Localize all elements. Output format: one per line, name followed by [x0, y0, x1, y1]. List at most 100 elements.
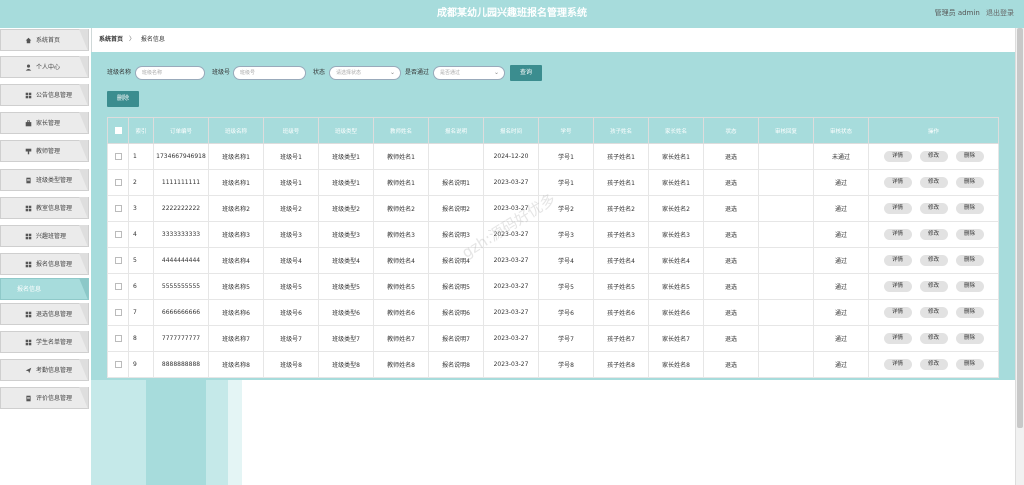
select-all-cell	[107, 117, 129, 144]
sidebar-item[interactable]: 教室信息管理	[0, 197, 89, 219]
sidebar-item[interactable]: 家长管理	[0, 112, 89, 134]
edit-button[interactable]: 修改	[919, 203, 948, 214]
table-cell: 班级类型1	[318, 169, 374, 196]
table-cell: 班级名称6	[208, 299, 264, 326]
detail-button[interactable]: 详情	[883, 307, 912, 318]
table-cell: 通过	[813, 247, 869, 274]
table-cell: 退选	[703, 221, 759, 248]
column-header: 审核状态	[813, 117, 869, 144]
sidebar-item[interactable]: 报名信息	[0, 278, 89, 300]
edit-button[interactable]: 修改	[919, 281, 948, 292]
delete-button[interactable]: 删除	[955, 151, 984, 162]
row-select-cell	[107, 195, 129, 222]
table-cell: 教师姓名4	[373, 247, 429, 274]
breadcrumb-home[interactable]: 系统首页	[99, 36, 123, 43]
table-cell: 班级类型7	[318, 325, 374, 352]
sidebar-item-label: 报名信息	[17, 286, 42, 293]
query-button[interactable]: 查询	[510, 65, 542, 81]
row-actions: 详情 修改 删除	[868, 169, 999, 196]
edit-button[interactable]: 修改	[919, 255, 948, 266]
scrollbar-thumb[interactable]	[1017, 28, 1023, 428]
class-name-label: 班级名称	[107, 69, 132, 76]
select-all-checkbox[interactable]	[114, 127, 122, 134]
sidebar-item[interactable]: 班级类型管理	[0, 169, 89, 191]
sidebar-item[interactable]: 报名信息管理	[0, 253, 89, 275]
sidebar-item[interactable]: 教师管理	[0, 140, 89, 162]
sidebar-item[interactable]: 系统首页	[0, 29, 89, 51]
row-checkbox[interactable]	[114, 153, 122, 160]
row-checkbox[interactable]	[114, 179, 122, 186]
table-cell: 班级号8	[263, 351, 319, 378]
sidebar-item[interactable]: 学生名单管理	[0, 331, 89, 353]
sidebar-item[interactable]: 退选信息管理	[0, 303, 89, 325]
approved-select[interactable]: 是否通过 ⌄	[433, 66, 505, 80]
row-checkbox[interactable]	[114, 257, 122, 264]
detail-button[interactable]: 详情	[883, 255, 912, 266]
row-checkbox[interactable]	[114, 335, 122, 342]
edit-button[interactable]: 修改	[919, 333, 948, 344]
detail-button[interactable]: 详情	[883, 203, 912, 214]
row-checkbox[interactable]	[114, 309, 122, 316]
table-cell: 退选	[703, 169, 759, 196]
edit-button[interactable]: 修改	[919, 307, 948, 318]
detail-button[interactable]: 详情	[883, 281, 912, 292]
detail-button[interactable]: 详情	[883, 151, 912, 162]
sidebar-item[interactable]: 评价信息管理	[0, 387, 89, 409]
detail-button[interactable]: 详情	[883, 359, 912, 370]
delete-button[interactable]: 删除	[955, 229, 984, 240]
status-select[interactable]: 请选择状态 ⌄	[329, 66, 401, 80]
table-cell: 6	[128, 273, 154, 300]
logout-link[interactable]: 退出登录	[986, 9, 1014, 17]
table-cell	[758, 221, 814, 248]
registration-table: 索引 订单编号 班级名称 班级号 班级类型 教师姓名 报名说明 报名时间 学号 孩子姓名 家长姓名状…	[107, 117, 999, 378]
sidebar-item[interactable]: 考勤信息管理	[0, 359, 89, 381]
sidebar-item[interactable]: 兴趣班管理	[0, 225, 89, 247]
sidebar-item[interactable]: 个人中心	[0, 56, 89, 78]
sidebar-item-label: 学生名单管理	[36, 339, 73, 346]
delete-button[interactable]: 删除	[955, 281, 984, 292]
sidebar-item[interactable]: 公告信息管理	[0, 84, 89, 106]
table-cell: 2023-03-27	[483, 247, 539, 274]
table-cell: 报名说明5	[428, 273, 484, 300]
table-cell: 3	[128, 195, 154, 222]
table-cell: 家长姓名5	[648, 273, 704, 300]
table-cell: 教师姓名7	[373, 325, 429, 352]
sidebar-item-tab-corner	[79, 56, 88, 78]
edit-button[interactable]: 修改	[919, 151, 948, 162]
row-checkbox[interactable]	[114, 283, 122, 290]
sidebar-item-tab-corner	[79, 303, 88, 325]
user-icon	[25, 64, 32, 71]
sidebar-item-label: 系统首页	[36, 37, 61, 44]
edit-button[interactable]: 修改	[919, 359, 948, 370]
table-cell: 通过	[813, 273, 869, 300]
bag-icon	[25, 120, 32, 127]
delete-button[interactable]: 删除	[955, 177, 984, 188]
table-cell: 班级号1	[263, 169, 319, 196]
sidebar-item-tab-corner	[79, 140, 88, 162]
detail-button[interactable]: 详情	[883, 177, 912, 188]
delete-button[interactable]: 删除	[955, 333, 984, 344]
class-no-input[interactable]: 班级号	[233, 66, 306, 80]
table-row: 6 5555555555 班级名称5 班级号5 班级类型5 教师姓名5 报名说明5 2023-…	[107, 273, 999, 300]
table-cell: 1	[128, 143, 154, 170]
delete-button[interactable]: 删除	[955, 359, 984, 370]
detail-button[interactable]: 详情	[883, 333, 912, 344]
detail-button[interactable]: 详情	[883, 229, 912, 240]
page-scrollbar[interactable]	[1015, 28, 1024, 485]
delete-button[interactable]: 删除	[955, 255, 984, 266]
row-checkbox[interactable]	[114, 231, 122, 238]
row-checkbox[interactable]	[114, 361, 122, 368]
edit-button[interactable]: 修改	[919, 177, 948, 188]
row-checkbox[interactable]	[114, 205, 122, 212]
edit-button[interactable]: 修改	[919, 229, 948, 240]
delete-button[interactable]: 删除	[955, 203, 984, 214]
sidebar-item-label: 评价信息管理	[36, 395, 73, 402]
delete-button[interactable]: 删除	[955, 307, 984, 318]
sidebar-item-label: 班级类型管理	[36, 177, 73, 184]
table-cell: 家长姓名2	[648, 195, 704, 222]
delete-selected-button[interactable]: 删除	[107, 91, 139, 107]
table-cell: 教师姓名1	[373, 143, 429, 170]
table-cell: 4444444444	[153, 247, 209, 274]
class-name-input[interactable]: 班级名称	[135, 66, 205, 80]
table-cell: 2023-03-27	[483, 325, 539, 352]
